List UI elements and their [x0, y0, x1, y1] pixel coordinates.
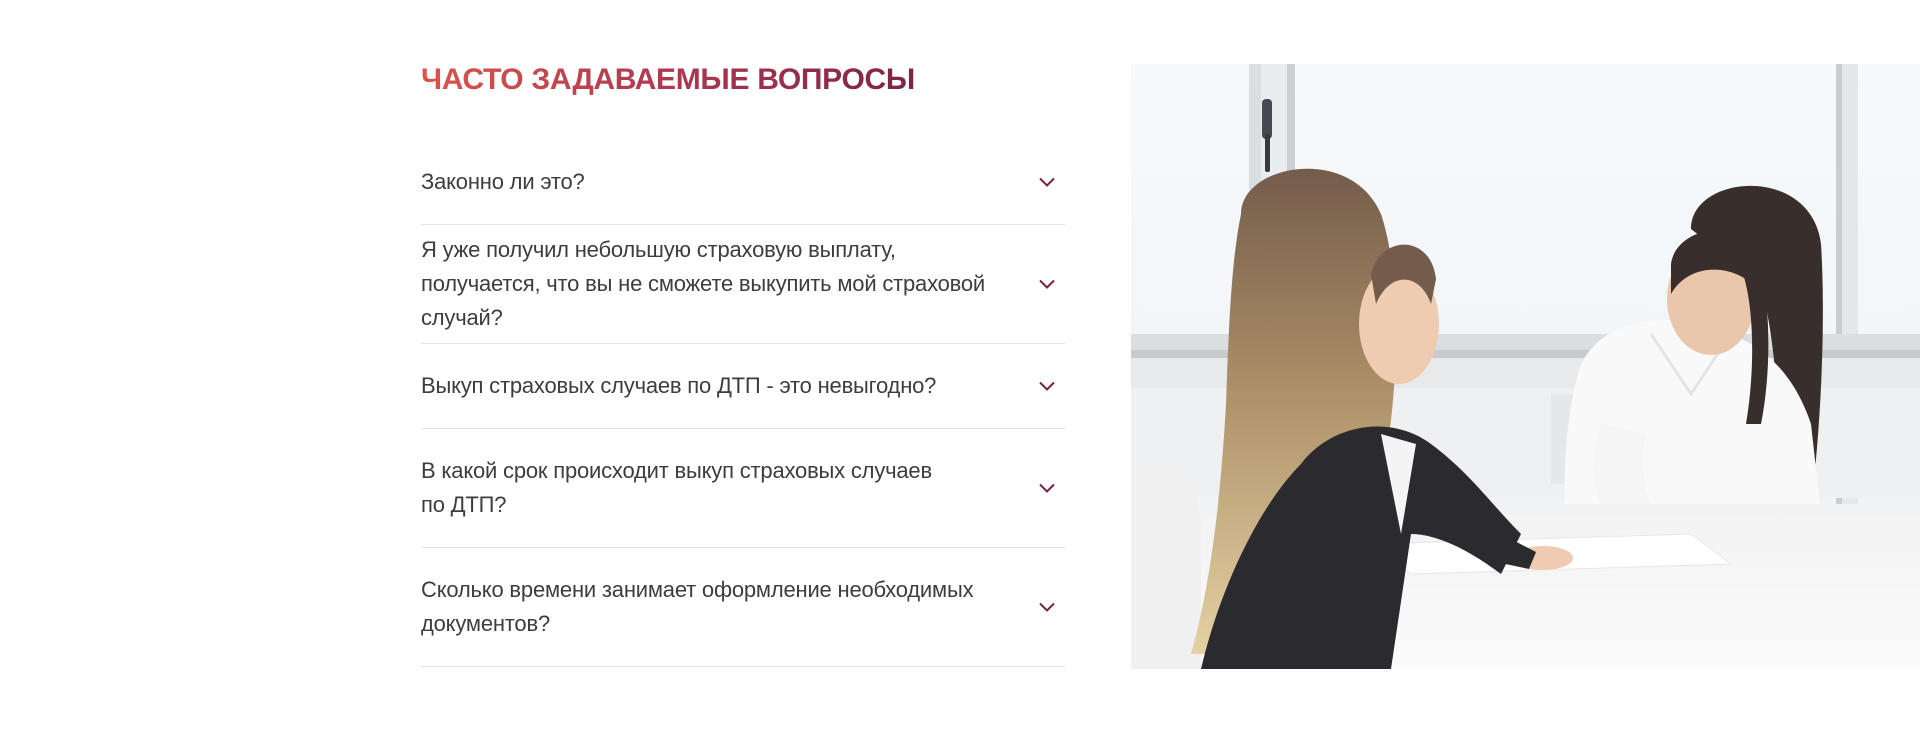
faq-item-profitability[interactable]: Выкуп страховых случаев по ДТП - это нев… [421, 344, 1065, 429]
faq-item-partial-payment[interactable]: Я уже получил небольшую страховую выплат… [421, 225, 1065, 344]
office-photo [1131, 64, 1920, 669]
faq-question: Сколько времени занимает оформление необ… [421, 577, 974, 636]
faq-section: ЧАСТО ЗАДАВАЕМЫЕ ВОПРОСЫ Законно ли это?… [421, 60, 1065, 667]
faq-title: ЧАСТО ЗАДАВАЕМЫЕ ВОПРОСЫ [421, 60, 915, 100]
chevron-down-icon[interactable] [1035, 374, 1059, 398]
chevron-down-icon[interactable] [1035, 476, 1059, 500]
faq-question: Я уже получил небольшую страховую выплат… [421, 237, 986, 330]
faq-item-legality[interactable]: Законно ли это? [421, 140, 1065, 225]
faq-list: Законно ли это? Я уже получил небольшую … [421, 140, 1065, 667]
faq-question: Законно ли это? [421, 169, 585, 194]
faq-question: Выкуп страховых случаев по ДТП - это нев… [421, 373, 937, 398]
chevron-down-icon[interactable] [1035, 272, 1059, 296]
chevron-down-icon[interactable] [1035, 170, 1059, 194]
faq-item-timing[interactable]: В какой срок происходит выкуп страховых … [421, 429, 1065, 548]
faq-item-documents[interactable]: Сколько времени занимает оформление необ… [421, 548, 1065, 667]
chevron-down-icon[interactable] [1035, 595, 1059, 619]
office-photo-illustration [1131, 64, 1920, 669]
faq-question: В какой срок происходит выкуп страховых … [421, 458, 932, 517]
